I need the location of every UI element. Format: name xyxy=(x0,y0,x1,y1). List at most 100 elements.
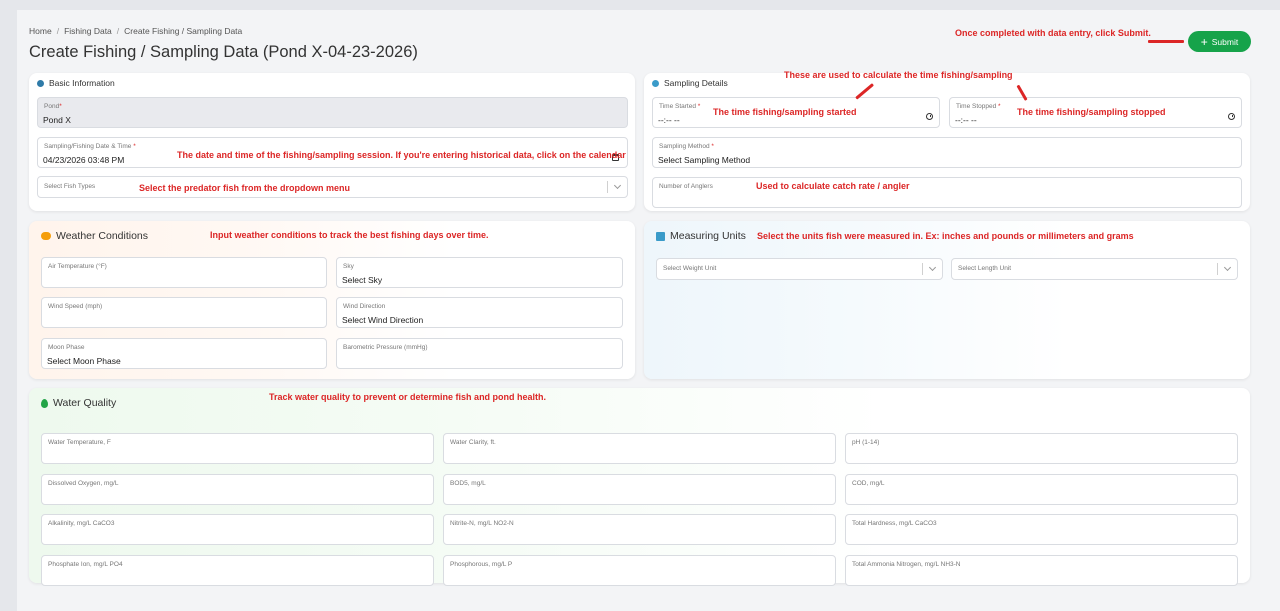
sampling-details-header: Sampling Details xyxy=(652,78,728,88)
note-submit: Once completed with data entry, click Su… xyxy=(955,28,1151,38)
note-anglers: Used to calculate catch rate / angler xyxy=(756,181,910,191)
time-stopped-value: --:-- -- xyxy=(955,115,977,125)
weight-unit-select[interactable]: Select Weight Unit xyxy=(656,258,943,280)
pond-label: Pond xyxy=(44,103,60,110)
water-quality-label: Nitrite-N, mg/L NO2-N xyxy=(450,520,514,527)
water-quality-input[interactable]: Nitrite-N, mg/L NO2-N xyxy=(443,514,836,545)
annotation-arrow-submit xyxy=(1148,40,1184,43)
water-quality-input[interactable]: Water Clarity, ft. xyxy=(443,433,836,464)
note-datetime: The date and time of the fishing/samplin… xyxy=(177,150,626,160)
barometric-pressure-label: Barometric Pressure (mmHg) xyxy=(343,344,428,351)
note-water: Track water quality to prevent or determ… xyxy=(269,392,547,402)
sampling-icon xyxy=(652,79,659,87)
clock-icon[interactable] xyxy=(926,113,933,120)
water-quality-input[interactable]: Water Temperature, F xyxy=(41,433,434,464)
moon-phase-label: Moon Phase xyxy=(48,344,85,351)
barometric-pressure-input[interactable]: Barometric Pressure (mmHg) xyxy=(336,338,623,369)
datetime-value: 04/23/2026 03:48 PM xyxy=(43,155,125,165)
water-quality-label: Water Clarity, ft. xyxy=(450,439,496,446)
time-started-label: Time Started xyxy=(659,103,696,110)
measuring-units-header: Measuring Units xyxy=(656,230,746,242)
breadcrumb-fishing-data[interactable]: Fishing Data xyxy=(64,26,112,36)
weather-conditions-card: Weather Conditions Air Temperature (°F) … xyxy=(29,221,635,379)
wind-direction-label: Wind Direction xyxy=(343,303,386,310)
sampling-method-label: Sampling Method xyxy=(659,143,710,150)
breadcrumb-current: Create Fishing / Sampling Data xyxy=(124,26,243,36)
chevron-down-icon[interactable] xyxy=(607,181,627,193)
ruler-icon xyxy=(656,231,665,241)
basic-information-header: Basic Information xyxy=(37,78,115,88)
water-quality-input[interactable]: Dissolved Oxygen, mg/L xyxy=(41,474,434,505)
water-quality-label: pH (1-14) xyxy=(852,439,880,446)
water-quality-label: Phosphate Ion, mg/L PO4 xyxy=(48,561,123,568)
weather-conditions-header: Weather Conditions xyxy=(41,230,148,242)
note-time-calc: These are used to calculate the time fis… xyxy=(784,70,1013,80)
weather-conditions-title: Weather Conditions xyxy=(56,230,149,242)
water-quality-input[interactable]: Total Ammonia Nitrogen, mg/L NH3-N xyxy=(845,555,1238,586)
water-quality-label: Phosphorous, mg/L P xyxy=(450,561,513,568)
sampling-method-value: Select Sampling Method xyxy=(658,155,751,165)
fish-types-placeholder: Select Fish Types xyxy=(44,183,96,190)
air-temperature-input[interactable]: Air Temperature (°F) xyxy=(41,257,327,288)
water-quality-input[interactable]: Alkalinity, mg/L CaCO3 xyxy=(41,514,434,545)
water-quality-input[interactable]: Phosphate Ion, mg/L PO4 xyxy=(41,555,434,586)
measuring-units-card: Measuring Units Select Weight Unit Selec… xyxy=(644,221,1250,379)
water-quality-label: COD, mg/L xyxy=(852,480,885,487)
water-quality-input[interactable]: pH (1-14) xyxy=(845,433,1238,464)
sampling-details-title: Sampling Details xyxy=(664,78,728,88)
water-quality-title: Water Quality xyxy=(53,397,117,409)
moon-phase-select[interactable]: Moon Phase Select Moon Phase xyxy=(41,338,327,369)
sky-select[interactable]: Sky Select Sky xyxy=(336,257,623,288)
weather-icon xyxy=(41,232,51,240)
length-unit-select[interactable]: Select Length Unit xyxy=(951,258,1238,280)
water-drop-icon xyxy=(41,398,48,408)
moon-phase-value: Select Moon Phase xyxy=(47,356,121,366)
breadcrumb-home[interactable]: Home xyxy=(29,26,52,36)
time-stopped-label: Time Stopped xyxy=(956,103,997,110)
breadcrumb: Home / Fishing Data / Create Fishing / Sampl… xyxy=(29,26,243,36)
wind-direction-value: Select Wind Direction xyxy=(342,315,424,325)
note-weather: Input weather conditions to track the be… xyxy=(210,230,489,240)
submit-button[interactable]: + Submit xyxy=(1188,31,1251,52)
wind-direction-select[interactable]: Wind Direction Select Wind Direction xyxy=(336,297,623,328)
submit-label: Submit xyxy=(1211,36,1239,47)
note-units: Select the units fish were measured in. … xyxy=(757,231,1134,241)
water-quality-card: Water Quality Water Temperature, F Water … xyxy=(29,388,1250,586)
number-of-anglers-label: Number of Anglers xyxy=(659,183,713,190)
air-temperature-label: Air Temperature (°F) xyxy=(48,263,107,270)
water-quality-label: Alkalinity, mg/L CaCO3 xyxy=(48,520,115,527)
water-quality-input[interactable]: Total Hardness, mg/L CaCO3 xyxy=(845,514,1238,545)
number-of-anglers-input[interactable]: Number of Anglers xyxy=(652,177,1242,208)
time-started-value: --:-- -- xyxy=(658,115,680,125)
pond-field: Pond* Pond X xyxy=(37,97,628,128)
weight-unit-placeholder: Select Weight Unit xyxy=(663,265,717,272)
wind-speed-label: Wind Speed (mph) xyxy=(48,303,103,310)
sky-value: Select Sky xyxy=(342,275,383,285)
water-quality-input[interactable]: BOD5, mg/L xyxy=(443,474,836,505)
water-quality-input[interactable]: COD, mg/L xyxy=(845,474,1238,505)
note-fish-types: Select the predator fish from the dropdo… xyxy=(139,183,351,193)
pond-value: Pond X xyxy=(43,115,71,125)
datetime-label: Sampling/Fishing Date & Time xyxy=(44,143,132,150)
water-quality-header: Water Quality xyxy=(41,397,116,409)
length-unit-placeholder: Select Length Unit xyxy=(958,265,1012,272)
sky-label: Sky xyxy=(343,263,354,270)
info-icon xyxy=(37,79,44,87)
page-title: Create Fishing / Sampling Data (Pond X-0… xyxy=(29,43,418,61)
page: Home / Fishing Data / Create Fishing / Sampl… xyxy=(17,10,1280,611)
measuring-units-title: Measuring Units xyxy=(670,230,746,242)
sampling-details-card: Sampling Details Time Started * --:-- --… xyxy=(644,73,1250,211)
chevron-down-icon[interactable] xyxy=(1217,263,1237,275)
basic-information-title: Basic Information xyxy=(49,78,115,88)
note-time-started: The time fishing/sampling started xyxy=(713,107,857,117)
water-quality-label: Total Ammonia Nitrogen, mg/L NH3-N xyxy=(852,561,961,568)
water-quality-input[interactable]: Phosphorous, mg/L P xyxy=(443,555,836,586)
plus-icon: + xyxy=(1200,34,1208,49)
clock-icon[interactable] xyxy=(1228,113,1235,120)
water-quality-label: Total Hardness, mg/L CaCO3 xyxy=(852,520,937,527)
water-quality-label: Dissolved Oxygen, mg/L xyxy=(48,480,119,487)
chevron-down-icon[interactable] xyxy=(922,263,942,275)
wind-speed-input[interactable]: Wind Speed (mph) xyxy=(41,297,327,328)
sampling-method-select[interactable]: Sampling Method * Select Sampling Method xyxy=(652,137,1242,168)
water-quality-label: Water Temperature, F xyxy=(48,439,111,446)
